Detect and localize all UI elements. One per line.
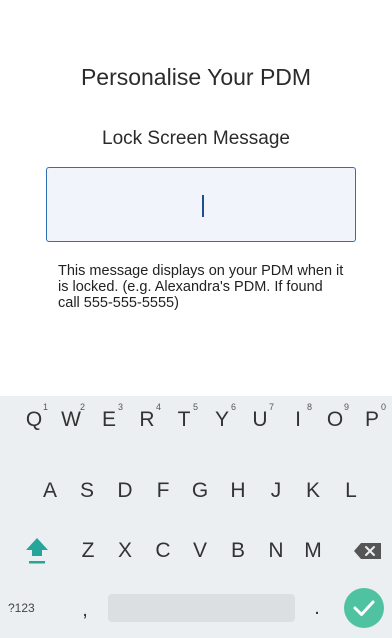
delete-key[interactable] — [348, 529, 388, 573]
key-j[interactable]: J — [260, 469, 292, 513]
key-d[interactable]: D — [109, 469, 141, 513]
period-key[interactable]: . — [308, 588, 326, 628]
key-x[interactable]: X — [109, 529, 141, 573]
key-l[interactable]: L — [335, 469, 367, 513]
key-s[interactable]: S — [71, 469, 103, 513]
space-key[interactable] — [108, 594, 295, 622]
key-c[interactable]: C — [147, 529, 179, 573]
key-q[interactable]: Q1 — [18, 398, 50, 442]
key-k[interactable]: K — [297, 469, 329, 513]
lock-screen-message-input[interactable] — [46, 167, 356, 242]
key-z[interactable]: Z — [72, 529, 104, 573]
page-title: Personalise Your PDM — [80, 64, 312, 90]
key-m[interactable]: M — [297, 529, 329, 573]
key-r[interactable]: R4 — [131, 398, 163, 442]
key-o[interactable]: O9 — [319, 398, 351, 442]
page-subtitle: Lock Screen Message — [102, 128, 290, 149]
shift-key[interactable] — [17, 529, 57, 573]
help-text: This message displays on your PDM when i… — [58, 263, 344, 311]
key-y[interactable]: Y6 — [206, 398, 238, 442]
comma-key[interactable]: , — [76, 588, 94, 628]
keyboard: Q1 W2 E3 R4 T5 Y6 U7 I8 O9 P0 A S D F G … — [0, 396, 392, 638]
shift-icon — [26, 538, 48, 564]
enter-key[interactable] — [344, 588, 384, 628]
key-t[interactable]: T5 — [168, 398, 200, 442]
key-u[interactable]: U7 — [244, 398, 276, 442]
keyboard-row-2: A S D F G H J K L — [0, 469, 392, 517]
key-v[interactable]: V — [184, 529, 216, 573]
symbols-key[interactable]: ?123 — [8, 588, 48, 628]
keyboard-row-1: Q1 W2 E3 R4 T5 Y6 U7 I8 O9 P0 — [0, 398, 392, 446]
key-b[interactable]: B — [222, 529, 254, 573]
screen: Personalise Your PDM Lock Screen Message… — [0, 0, 392, 638]
key-a[interactable]: A — [34, 469, 66, 513]
key-n[interactable]: N — [260, 529, 292, 573]
text-caret — [202, 195, 204, 217]
key-f[interactable]: F — [147, 469, 179, 513]
keyboard-row-3: Z X C V B N M — [0, 529, 392, 577]
key-e[interactable]: E3 — [93, 398, 125, 442]
key-p[interactable]: P0 — [356, 398, 388, 442]
backspace-icon — [354, 543, 381, 559]
key-i[interactable]: I8 — [282, 398, 314, 442]
checkmark-icon — [353, 600, 375, 616]
key-h[interactable]: H — [222, 469, 254, 513]
keyboard-row-4: ?123 , . — [0, 588, 392, 636]
key-g[interactable]: G — [184, 469, 216, 513]
key-w[interactable]: W2 — [55, 398, 87, 442]
